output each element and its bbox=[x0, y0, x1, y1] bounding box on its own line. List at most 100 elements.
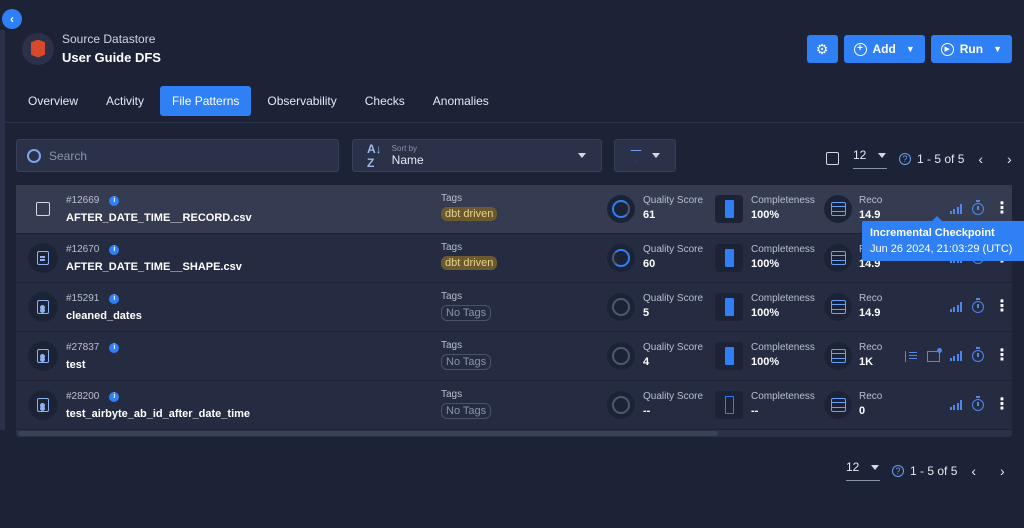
filter-button[interactable] bbox=[614, 139, 676, 172]
caret-down-icon bbox=[878, 152, 887, 158]
help-icon[interactable]: ? bbox=[892, 464, 904, 477]
run-label: Run bbox=[959, 42, 984, 56]
row-checkbox[interactable] bbox=[36, 202, 50, 216]
per-page-select[interactable]: 12 bbox=[846, 460, 880, 481]
tab-observability[interactable]: Observability bbox=[255, 86, 348, 116]
signal-icon[interactable] bbox=[949, 204, 962, 214]
timer-icon[interactable] bbox=[972, 347, 984, 362]
select-all-checkbox[interactable] bbox=[826, 152, 839, 165]
more-menu-icon[interactable]: ⋮ bbox=[994, 348, 1010, 364]
sort-select[interactable]: A↓ Z Sort by Name bbox=[352, 139, 602, 172]
row-name[interactable]: cleaned_dates bbox=[66, 310, 142, 322]
timer-icon[interactable] bbox=[972, 396, 984, 411]
timer-icon[interactable] bbox=[972, 200, 984, 215]
completeness-value: -- bbox=[751, 405, 759, 417]
next-page-button[interactable]: › bbox=[1007, 151, 1012, 167]
completeness-bar-icon bbox=[715, 195, 743, 223]
list-icon[interactable] bbox=[904, 350, 917, 362]
file-icon bbox=[37, 251, 49, 265]
records-value: 14.9 bbox=[859, 307, 881, 319]
signal-icon[interactable] bbox=[949, 351, 962, 361]
info-icon[interactable]: i bbox=[109, 244, 120, 255]
quality-ring-icon bbox=[607, 293, 635, 321]
signal-icon[interactable] bbox=[949, 302, 962, 312]
settings-button[interactable]: ⚙ bbox=[806, 35, 838, 63]
search-input[interactable] bbox=[49, 148, 319, 163]
more-menu-icon[interactable]: ⋮ bbox=[994, 201, 1010, 217]
tag-badge[interactable]: dbt driven bbox=[441, 256, 498, 270]
signal-icon[interactable] bbox=[949, 400, 962, 410]
scrollbar-thumb[interactable] bbox=[18, 431, 718, 436]
datastore-logo bbox=[22, 32, 54, 65]
next-page-button[interactable]: › bbox=[1000, 463, 1005, 479]
records-stack-icon bbox=[824, 195, 852, 223]
prev-page-button[interactable]: ‹ bbox=[978, 151, 983, 167]
caret-down-icon bbox=[578, 153, 586, 158]
tab-anomalies[interactable]: Anomalies bbox=[421, 86, 501, 116]
completeness-value: 100% bbox=[751, 258, 780, 270]
completeness-bar-icon bbox=[715, 391, 743, 419]
quality-value: 4 bbox=[643, 356, 650, 368]
completeness-label: Completeness bbox=[751, 195, 815, 206]
top-actions: ⚙ + Add ▼ ▶ Run ▼ bbox=[806, 35, 1012, 63]
chevron-down-icon: ▼ bbox=[905, 44, 915, 54]
horizontal-scrollbar[interactable] bbox=[16, 430, 1012, 437]
info-icon[interactable]: i bbox=[109, 342, 120, 353]
info-icon[interactable]: i bbox=[109, 195, 120, 206]
more-menu-icon[interactable]: ⋮ bbox=[994, 299, 1010, 315]
completeness-value: 100% bbox=[751, 356, 780, 368]
info-icon[interactable]: i bbox=[109, 391, 120, 402]
per-page-select[interactable]: 12 bbox=[853, 148, 887, 169]
tags-label: Tags bbox=[441, 291, 463, 302]
table-row[interactable]: #15291 i cleaned_dates Tags No Tags Quali… bbox=[16, 283, 1012, 332]
columns-icon[interactable] bbox=[926, 347, 942, 362]
quality-ring-icon bbox=[607, 195, 635, 223]
prev-page-button[interactable]: ‹ bbox=[971, 463, 976, 479]
row-checkbox-wrap[interactable] bbox=[28, 194, 58, 224]
tag-badge[interactable]: dbt driven bbox=[441, 207, 498, 221]
add-button[interactable]: + Add ▼ bbox=[843, 35, 925, 63]
row-name[interactable]: AFTER_DATE_TIME__SHAPE.csv bbox=[66, 261, 242, 273]
records-stack-icon bbox=[824, 391, 852, 419]
table-row[interactable]: #28200 i test_airbyte_ab_id_after_date_ti… bbox=[16, 381, 1012, 430]
tab-checks[interactable]: Checks bbox=[353, 86, 417, 116]
pager-bottom: 12 ? 1 - 5 of 5 ‹ › bbox=[846, 460, 1005, 481]
run-button[interactable]: ▶ Run ▼ bbox=[930, 35, 1012, 63]
tab-overview[interactable]: Overview bbox=[16, 86, 90, 116]
datastore-name: User Guide DFS bbox=[62, 50, 161, 65]
completeness-label: Completeness bbox=[751, 391, 815, 402]
row-id: #27837 bbox=[66, 342, 100, 353]
page-range: 1 - 5 of 5 bbox=[917, 151, 965, 166]
row-name[interactable]: AFTER_DATE_TIME__RECORD.csv bbox=[66, 212, 252, 224]
file-icon-wrap bbox=[28, 341, 58, 371]
more-menu-icon[interactable]: ⋮ bbox=[994, 397, 1010, 413]
help-icon[interactable]: ? bbox=[899, 152, 911, 165]
row-id: #12669 bbox=[66, 195, 100, 206]
completeness-label: Completeness bbox=[751, 293, 815, 304]
page-range: 1 - 5 of 5 bbox=[910, 463, 958, 478]
table-row[interactable]: #27837 i test Tags No Tags Quality Score … bbox=[16, 332, 1012, 381]
records-label: Reco bbox=[859, 195, 883, 206]
sidebar-collapse-button[interactable]: ‹ bbox=[2, 9, 22, 29]
quality-ring-icon bbox=[607, 391, 635, 419]
row-name[interactable]: test_airbyte_ab_id_after_date_time bbox=[66, 408, 250, 420]
quality-label: Quality Score bbox=[643, 342, 704, 353]
timer-icon[interactable] bbox=[972, 298, 984, 313]
row-id: #15291 bbox=[66, 293, 100, 304]
quality-label: Quality Score bbox=[643, 195, 704, 206]
row-id: #12670 bbox=[66, 244, 100, 255]
gear-icon: ⚙ bbox=[815, 40, 829, 57]
records-value: 1K bbox=[859, 356, 874, 368]
tooltip-title: Incremental Checkpoint bbox=[870, 227, 995, 239]
tag-badge[interactable]: No Tags bbox=[441, 354, 492, 370]
tag-badge[interactable]: No Tags bbox=[441, 403, 492, 419]
quality-ring-icon bbox=[607, 342, 635, 370]
row-name[interactable]: test bbox=[66, 359, 86, 371]
tag-badge[interactable]: No Tags bbox=[441, 305, 492, 321]
tab-file-patterns[interactable]: File Patterns bbox=[160, 86, 252, 116]
records-stack-icon bbox=[824, 342, 852, 370]
info-icon[interactable]: i bbox=[109, 293, 120, 304]
left-rail bbox=[0, 30, 5, 430]
quality-label: Quality Score bbox=[643, 391, 704, 402]
tab-activity[interactable]: Activity bbox=[94, 86, 156, 116]
